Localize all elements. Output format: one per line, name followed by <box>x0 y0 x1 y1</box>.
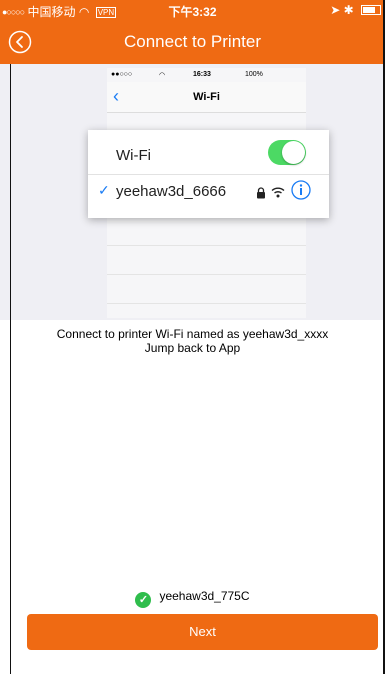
mock-row <box>107 275 306 304</box>
mock-signal-icon: ●●○○○ <box>111 71 133 78</box>
mock-row <box>107 217 306 246</box>
battery-icon <box>361 5 381 15</box>
mock-time: 16:33 <box>193 71 211 78</box>
checkmark-icon: ✓ <box>98 182 110 198</box>
connected-network-name: yeehaw3d_775C <box>159 589 250 603</box>
nav-bar: Connect to Printer <box>0 20 385 64</box>
page-title: Connect to Printer <box>123 32 261 51</box>
mock-nav-bar: ‹ Wi-Fi <box>107 82 306 113</box>
location-icon: ➤ <box>330 3 341 17</box>
instruction-line-1: Connect to printer Wi-Fi named as yeehaw… <box>56 327 329 341</box>
network-name: yeehaw3d_6666 <box>116 183 227 200</box>
wifi-signal-icon <box>271 187 285 198</box>
wifi-toggle <box>268 140 306 165</box>
status-bar: ●○○○○ 中国移动 ◠ VPN 下午3:32 ➤ ✱ <box>0 0 385 20</box>
check-circle-icon: ✓ <box>135 592 152 608</box>
mock-row <box>107 246 306 275</box>
mock-status-bar: ●●○○○ ◠ 16:33 100% <box>107 68 306 82</box>
mock-screen-title: Wi-Fi <box>193 91 220 103</box>
status-time: 下午3:32 <box>168 5 217 19</box>
mock-wifi-icon: ◠ <box>159 72 166 79</box>
left-border-line <box>10 64 11 674</box>
mock-battery-percent: 100% <box>245 71 263 78</box>
instruction-line-2: Jump back to App <box>144 341 241 355</box>
wifi-label: Wi-Fi <box>116 147 151 164</box>
status-right: ➤ ✱ <box>330 3 381 17</box>
bluetooth-icon: ✱ <box>343 3 354 17</box>
next-button[interactable]: Next <box>27 614 378 650</box>
instructions-text: Connect to printer Wi-Fi named as yeehaw… <box>0 327 385 355</box>
lock-icon <box>257 187 265 199</box>
info-icon <box>291 180 311 200</box>
connected-network-status: ✓ yeehaw3d_775C <box>0 589 385 609</box>
wifi-settings-card: Wi-Fi ✓ yeehaw3d_6666 <box>88 130 329 218</box>
wifi-divider <box>88 174 329 175</box>
